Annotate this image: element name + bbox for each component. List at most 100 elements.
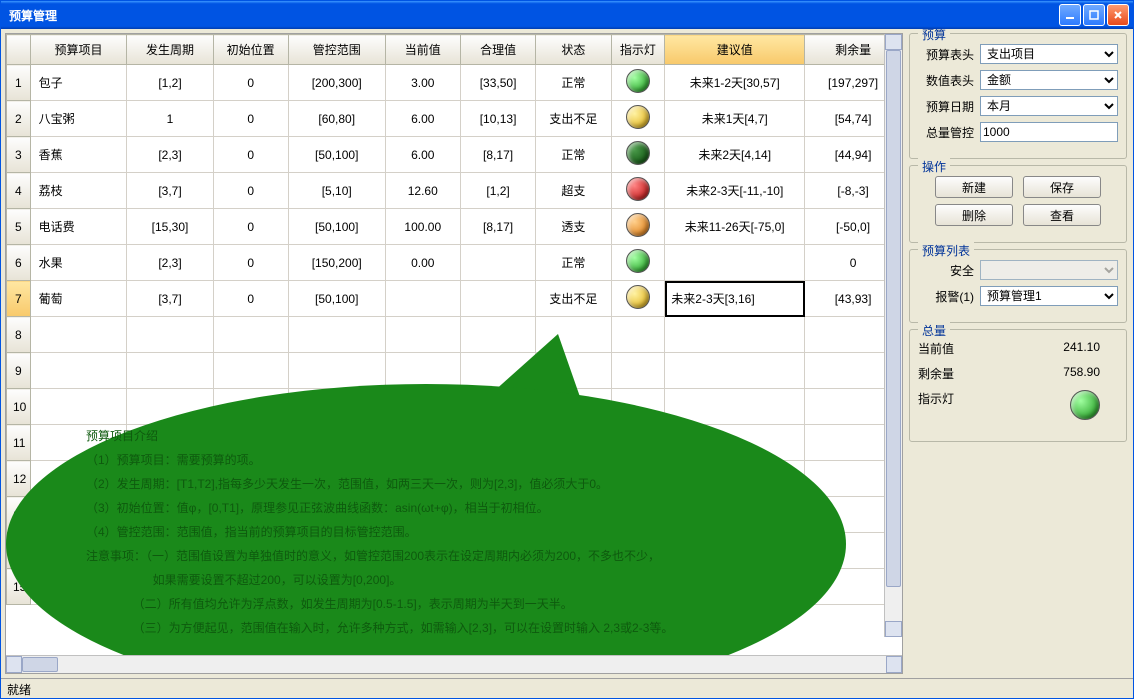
table-cell[interactable] xyxy=(611,353,665,389)
new-button[interactable]: 新建 xyxy=(935,176,1013,198)
col-header[interactable]: 指示灯 xyxy=(611,35,665,65)
table-cell[interactable] xyxy=(30,425,127,461)
table-cell[interactable] xyxy=(127,461,213,497)
table-cell[interactable] xyxy=(611,101,665,137)
table-cell[interactable] xyxy=(213,317,288,353)
table-cell[interactable]: 支出不足 xyxy=(536,281,611,317)
table-cell[interactable] xyxy=(536,533,611,569)
table-cell[interactable]: [60,80] xyxy=(288,101,385,137)
table-cell[interactable]: 荔枝 xyxy=(30,173,127,209)
table-cell[interactable] xyxy=(611,389,665,425)
table-cell[interactable] xyxy=(665,425,805,461)
col-header[interactable]: 建议值 xyxy=(665,35,805,65)
table-cell[interactable] xyxy=(611,317,665,353)
table-cell[interactable]: 0 xyxy=(213,281,288,317)
table-cell[interactable]: [150,200] xyxy=(288,245,385,281)
table-cell[interactable] xyxy=(213,533,288,569)
table-cell[interactable]: [8,17] xyxy=(460,209,535,245)
row-number[interactable]: 13 xyxy=(7,497,31,533)
table-cell[interactable] xyxy=(127,569,213,605)
table-cell[interactable] xyxy=(611,209,665,245)
table-cell[interactable]: [8,17] xyxy=(460,137,535,173)
table-cell[interactable]: 未来11-26天[-75,0] xyxy=(665,209,805,245)
table-cell[interactable]: [1,2] xyxy=(127,65,213,101)
table-cell[interactable] xyxy=(385,281,460,317)
table-cell[interactable] xyxy=(665,461,805,497)
table-cell[interactable] xyxy=(460,389,535,425)
table-cell[interactable]: [1,2] xyxy=(460,173,535,209)
col-header[interactable]: 初始位置 xyxy=(213,35,288,65)
table-cell[interactable] xyxy=(288,317,385,353)
row-number[interactable]: 10 xyxy=(7,389,31,425)
maximize-button[interactable] xyxy=(1083,4,1105,26)
table-cell[interactable]: 3.00 xyxy=(385,65,460,101)
table-cell[interactable] xyxy=(385,317,460,353)
row-number[interactable]: 15 xyxy=(7,569,31,605)
table-cell[interactable] xyxy=(213,497,288,533)
vertical-scrollbar[interactable] xyxy=(884,34,902,637)
table-cell[interactable]: [3,7] xyxy=(127,281,213,317)
table-cell[interactable] xyxy=(30,533,127,569)
table-cell[interactable] xyxy=(460,245,535,281)
row-number[interactable]: 2 xyxy=(7,101,31,137)
table-cell[interactable] xyxy=(665,317,805,353)
table-cell[interactable] xyxy=(460,425,535,461)
table-cell[interactable]: 0 xyxy=(213,101,288,137)
table-cell[interactable]: 正常 xyxy=(536,65,611,101)
table-cell[interactable] xyxy=(213,569,288,605)
table-cell[interactable] xyxy=(665,569,805,605)
table-cell[interactable] xyxy=(611,497,665,533)
table-cell[interactable] xyxy=(385,533,460,569)
table-cell[interactable]: 未来1天[4,7] xyxy=(665,101,805,137)
table-cell[interactable] xyxy=(288,569,385,605)
table-cell[interactable] xyxy=(385,389,460,425)
table-cell[interactable]: 水果 xyxy=(30,245,127,281)
table-cell[interactable] xyxy=(611,245,665,281)
table-cell[interactable] xyxy=(460,533,535,569)
table-cell[interactable] xyxy=(536,569,611,605)
table-cell[interactable]: 0 xyxy=(213,137,288,173)
table-cell[interactable] xyxy=(127,353,213,389)
row-number[interactable]: 5 xyxy=(7,209,31,245)
table-cell[interactable]: [15,30] xyxy=(127,209,213,245)
table-cell[interactable]: 未来2天[4,14] xyxy=(665,137,805,173)
table-cell[interactable] xyxy=(30,317,127,353)
budget-header-select[interactable]: 支出项目 xyxy=(980,44,1118,64)
table-cell[interactable] xyxy=(385,425,460,461)
table-cell[interactable]: 超支 xyxy=(536,173,611,209)
table-cell[interactable]: 透支 xyxy=(536,209,611,245)
table-cell[interactable]: 香蕉 xyxy=(30,137,127,173)
table-cell[interactable] xyxy=(127,317,213,353)
table-cell[interactable]: 电话费 xyxy=(30,209,127,245)
table-cell[interactable]: 未来2-3天[-11,-10] xyxy=(665,173,805,209)
horizontal-scrollbar[interactable] xyxy=(6,655,902,673)
table-cell[interactable] xyxy=(611,173,665,209)
table-cell[interactable] xyxy=(288,533,385,569)
col-header[interactable]: 当前值 xyxy=(385,35,460,65)
delete-button[interactable]: 删除 xyxy=(935,204,1013,226)
close-button[interactable] xyxy=(1107,4,1129,26)
row-number[interactable]: 3 xyxy=(7,137,31,173)
row-number[interactable]: 11 xyxy=(7,425,31,461)
table-cell[interactable]: [5,10] xyxy=(288,173,385,209)
table-cell[interactable] xyxy=(30,461,127,497)
table-cell[interactable]: 6.00 xyxy=(385,137,460,173)
table-cell[interactable]: 0.00 xyxy=(385,245,460,281)
table-cell[interactable] xyxy=(665,245,805,281)
table-cell[interactable]: 正常 xyxy=(536,245,611,281)
table-cell[interactable] xyxy=(127,497,213,533)
table-cell[interactable]: 0 xyxy=(213,209,288,245)
table-cell[interactable] xyxy=(385,461,460,497)
budget-table[interactable]: 预算项目发生周期初始位置管控范围当前值合理值状态指示灯建议值剩余量1包子[1,2… xyxy=(6,34,902,605)
row-number[interactable]: 8 xyxy=(7,317,31,353)
table-cell[interactable] xyxy=(536,497,611,533)
table-cell[interactable] xyxy=(611,425,665,461)
col-header[interactable]: 合理值 xyxy=(460,35,535,65)
table-cell[interactable] xyxy=(213,461,288,497)
table-cell[interactable] xyxy=(30,569,127,605)
alert-select[interactable]: 预算管理1 xyxy=(980,286,1118,306)
save-button[interactable]: 保存 xyxy=(1023,176,1101,198)
table-cell[interactable]: 0 xyxy=(213,173,288,209)
col-header[interactable]: 预算项目 xyxy=(30,35,127,65)
table-cell[interactable] xyxy=(288,497,385,533)
